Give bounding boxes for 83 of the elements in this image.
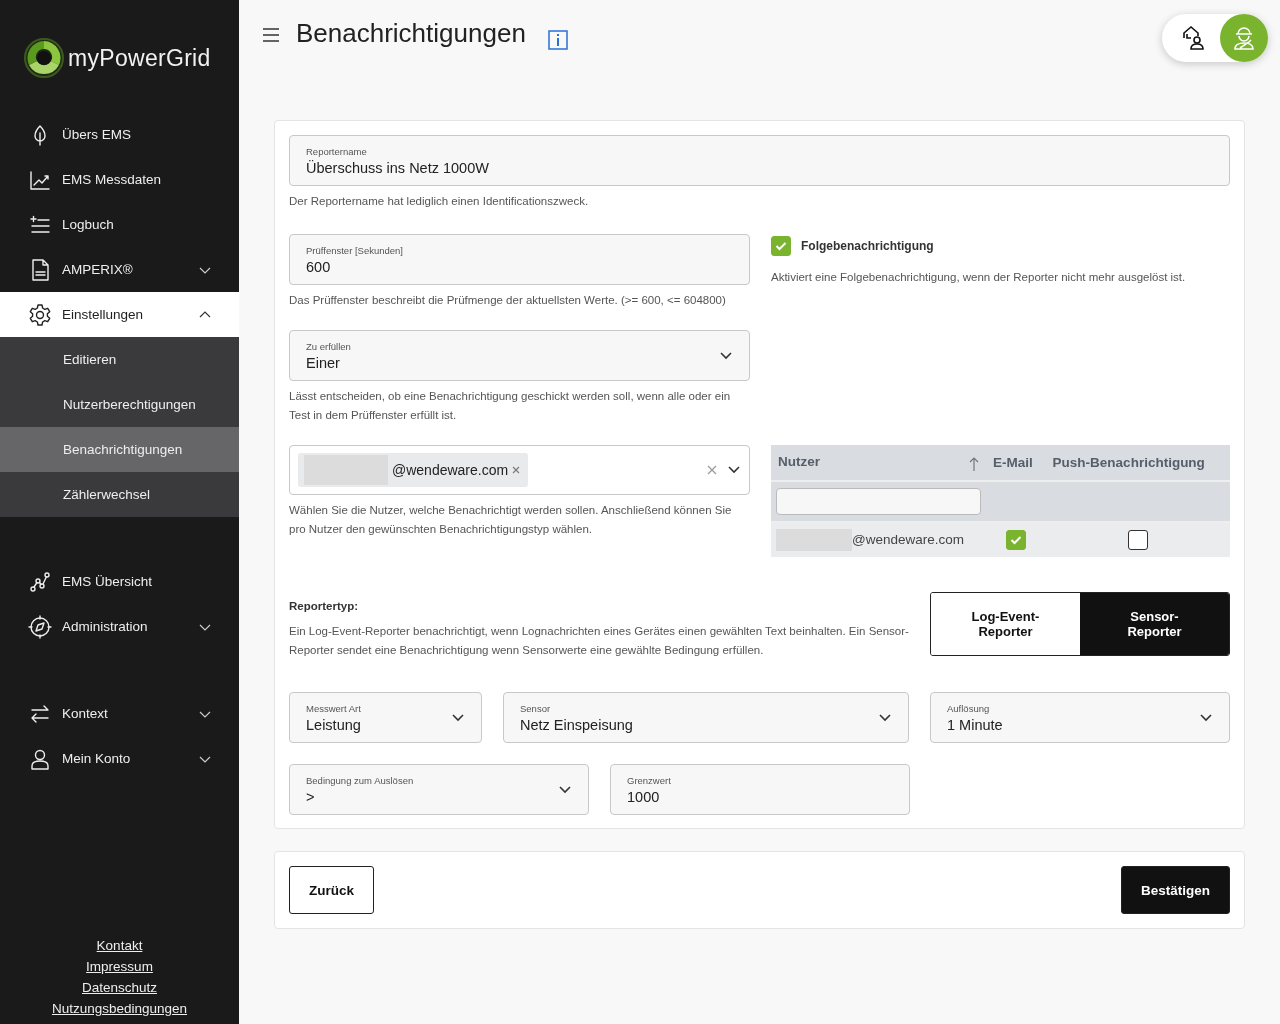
sidebar-item[interactable]: EMS Übersicht	[0, 559, 239, 604]
select-field[interactable]: Zu erfüllen Einer	[289, 330, 750, 381]
footer-link[interactable]: Datenschutz	[81, 980, 157, 995]
field-label: Sensor	[520, 702, 552, 714]
field-label: Reportername	[306, 145, 368, 157]
sidebar-item[interactable]: AMPERIX®	[0, 247, 239, 292]
remove-icon	[512, 466, 521, 474]
network-icon	[28, 569, 52, 594]
house-user-icon	[1181, 25, 1207, 51]
page-title: Benachrichtigungen	[296, 18, 526, 49]
helper-text: Das Prüffenster beschreibt die Prüfmenge der aktuellsten Werte. (>= 600, <= 604800)	[289, 293, 727, 308]
field-label: Messwert Art	[306, 702, 362, 714]
checkbox[interactable]	[1127, 530, 1148, 550]
field-value: 1000	[627, 788, 661, 805]
sidebar-item[interactable]: Logbuch	[0, 202, 239, 247]
number-field[interactable]: Prüffenster [Sekunden] 600	[289, 234, 750, 285]
field-value: 1 Minute	[947, 716, 1004, 733]
select-field[interactable]: Sensor Netz Einspeisung	[503, 692, 909, 743]
dropdown-chevron-icon	[727, 465, 741, 475]
field-value: Leistung	[306, 716, 362, 733]
filter-field[interactable]	[776, 488, 981, 515]
select-field[interactable]: Bedingung zum Auslösen >	[289, 764, 589, 815]
clear-icon	[707, 465, 717, 475]
submenu-item[interactable]: Zählerwechsel	[0, 472, 239, 517]
compass-icon	[28, 614, 52, 639]
footer-link[interactable]: Impressum	[86, 959, 153, 974]
select-field[interactable]: Auflösung 1 Minute	[930, 692, 1230, 743]
footer-link[interactable]: Nutzungsbedingungen	[51, 1001, 188, 1016]
field-label: Prüffenster [Sekunden]	[306, 244, 404, 256]
helper-text: Lässt entscheiden, ob eine Benachrichtigung geschickt werden soll, wenn alle oder ein Test in dem Prüffenster erfüllt ist.	[289, 389, 732, 423]
sidebar-item[interactable]: Mein Konto	[0, 736, 239, 781]
sidebar-item[interactable]: Übers EMS	[0, 112, 239, 157]
table-cell: @wendeware.com	[771, 522, 986, 557]
submenu-item[interactable]: Benachrichtigungen	[0, 427, 239, 472]
dropdown-chevron-icon	[451, 712, 465, 723]
gear-icon	[28, 302, 52, 327]
field-value: >	[306, 788, 316, 805]
logo-text: myPowerGrid	[68, 44, 211, 72]
dropdown-chevron-icon	[878, 712, 892, 723]
sidebar-item[interactable]: Administration	[0, 604, 239, 649]
text-field[interactable]: Reportername Überschuss ins Netz 1000W	[289, 135, 1230, 186]
sidebar-item[interactable]: EMS Messdaten	[0, 157, 239, 202]
checkbox[interactable]	[1005, 530, 1026, 550]
helper-text: Wählen Sie die Nutzer, welche Benachrichtigt werden sollen. Anschließend können Sie pro Nutzer den gewünschten Benachrichtigungstyp wählen.	[289, 503, 733, 537]
menu-icon	[263, 28, 279, 42]
field-label: Auflösung	[947, 702, 991, 714]
submenu-item[interactable]: Nutzerberechtigungen	[0, 382, 239, 427]
checkmark-icon	[1009, 535, 1022, 545]
checkbox[interactable]	[771, 236, 791, 256]
number-field[interactable]: Grenzwert 1000	[610, 764, 910, 815]
dropdown-chevron-icon	[1199, 712, 1213, 723]
column-header[interactable]: Nutzer	[771, 445, 986, 481]
checkmark-icon	[775, 241, 787, 251]
confirm-button[interactable]: Bestätigen	[1120, 866, 1230, 914]
footer-link[interactable]: Kontakt	[96, 938, 143, 953]
submenu-item[interactable]: Editieren	[0, 337, 239, 382]
field-value: Überschuss ins Netz 1000W	[306, 159, 490, 176]
section-label: Reportertyp:	[289, 600, 359, 612]
field-label: Zu erfüllen	[306, 340, 352, 352]
checkbox-label: Folgebenachrichtigung	[801, 239, 934, 253]
multi-select-field[interactable]: @wendeware.com	[289, 445, 750, 495]
field-label: Bedingung zum Auslösen	[306, 774, 415, 786]
helper-text: Aktiviert eine Folgebenachrichtigung, wenn der Reporter nicht mehr ausgelöst ist.	[771, 270, 1187, 285]
logo-icon	[24, 38, 64, 78]
user-tag[interactable]: @wendeware.com	[298, 453, 529, 487]
sidebar-item[interactable]: Einstellungen	[0, 292, 239, 337]
sort-ascending-icon	[969, 457, 979, 471]
sidebar-item[interactable]: Kontext	[0, 691, 239, 736]
column-header[interactable]: Push-Benachrichtigung	[1045, 445, 1230, 481]
helper-text: Der Reportername hat lediglich einen Identificationszweck.	[289, 194, 590, 209]
column-header[interactable]: E-Mail	[986, 445, 1046, 481]
field-value: 600	[306, 258, 332, 275]
field-value: Einer	[306, 354, 341, 371]
field-label: Grenzwert	[627, 774, 672, 786]
dropdown-chevron-icon	[719, 350, 733, 361]
dropdown-chevron-icon	[558, 784, 572, 795]
helper-text: Ein Log-Event-Reporter benachrichtigt, wenn Lognachrichten eines Gerätes einen gewählten Text beinhalten. Ein Sensor-Reporter sendet eine Benachrichtigung wenn Sensorwerte eine gewählte Bedingung erfüllen.	[289, 624, 909, 658]
segment-button[interactable]: Sensor-Reporter	[1080, 593, 1229, 655]
select-field[interactable]: Messwert Art Leistung	[289, 692, 482, 743]
field-value: Netz Einspeisung	[520, 716, 634, 733]
back-button[interactable]: Zurück	[289, 866, 374, 914]
info-icon	[547, 30, 568, 50]
worker-icon	[1231, 25, 1257, 51]
